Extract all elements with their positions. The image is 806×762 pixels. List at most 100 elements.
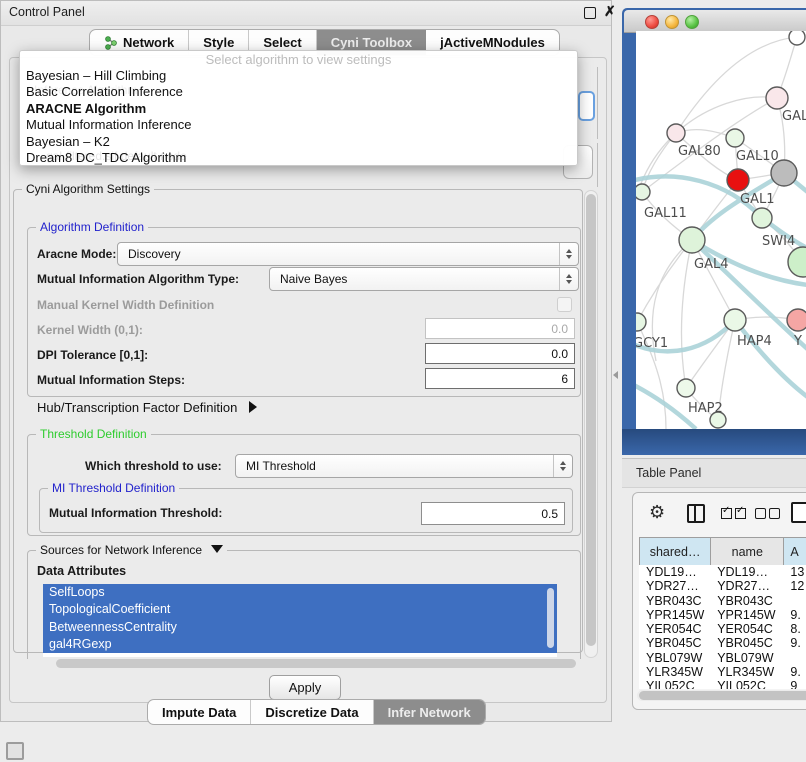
control-panel-window: Control Panel ✗ Network Style Select Cyn…	[0, 0, 612, 722]
network-node-labels: GAL GAL80 GAL10 GAL1 GAL11 SWI4 GAL4 GCY…	[636, 109, 806, 416]
node-gal10[interactable]	[726, 129, 744, 147]
dropdown-item-bayesian-hill-climbing[interactable]: Bayesian – Hill Climbing	[20, 68, 577, 84]
column-header-shared-name[interactable]: shared…	[640, 538, 711, 565]
bottom-tabs: Impute Data Discretize Data Infer Networ…	[147, 699, 486, 725]
table-header-row: shared… name A	[639, 537, 806, 566]
cell-name: YDL19…	[710, 565, 783, 579]
kernel-width-label: Kernel Width (0,1):	[37, 323, 143, 337]
tab-discretize-data[interactable]: Discretize Data	[251, 700, 373, 724]
cell-name: YLR345W	[710, 665, 783, 679]
hub-section-label: Hub/Transcription Factor Definition	[37, 400, 237, 415]
new-table-icon[interactable]	[791, 502, 806, 523]
cell-name: YBR043C	[710, 594, 783, 608]
docked-panel-icon[interactable]	[6, 742, 24, 760]
attributes-list-vscroll-thumb[interactable]	[547, 588, 554, 648]
node-gal1-selected[interactable]	[727, 169, 749, 191]
table-row[interactable]: YLR345W YLR345W 9.	[639, 665, 806, 679]
dpi-tolerance-field[interactable]: 0.0	[425, 343, 575, 364]
settings-vscroll-thumb[interactable]	[586, 194, 596, 646]
column-layout-icon[interactable]	[687, 504, 705, 523]
mi-type-label: Mutual Information Algorithm Type:	[37, 272, 239, 286]
mi-steps-field[interactable]: 6	[425, 368, 575, 389]
mi-type-stepper-icon	[559, 268, 578, 290]
settings-vertical-scrollbar[interactable]	[584, 190, 598, 658]
dropdown-placeholder: Select algorithm to view settings	[20, 51, 577, 68]
table-hscroll-thumb[interactable]	[639, 691, 806, 700]
tab-infer-network-label: Infer Network	[388, 705, 471, 720]
node-y[interactable]	[787, 309, 806, 331]
table-row[interactable]: YBL079W YBL079W	[639, 651, 806, 665]
label-gal1: GAL1	[740, 192, 774, 207]
apply-button[interactable]: Apply	[269, 675, 341, 700]
list-item-betweennesscentrality[interactable]: BetweennessCentrality	[43, 619, 557, 636]
tab-infer-network[interactable]: Infer Network	[374, 700, 485, 724]
dropdown-item-mutual-information[interactable]: Mutual Information Inference	[20, 117, 577, 133]
network-window-titlebar[interactable]	[624, 10, 806, 33]
kernel-width-field[interactable]: 0.0	[425, 318, 575, 339]
column-header-cut[interactable]: A	[784, 538, 806, 565]
table-toolbar: ⚙ ✓ ✓	[633, 493, 806, 535]
label-gal10: GAL10	[736, 149, 779, 164]
deselect-all-checkboxes-icon[interactable]	[755, 508, 781, 519]
node-hap2[interactable]	[677, 379, 695, 397]
tab-cyni-toolbox-label: Cyni Toolbox	[331, 35, 412, 50]
network-canvas[interactable]: GAL GAL80 GAL10 GAL1 GAL11 SWI4 GAL4 GCY…	[636, 31, 806, 429]
table-row[interactable]: YDL19… YDL19… 13	[639, 565, 806, 579]
float-panel-icon[interactable]	[584, 7, 596, 19]
tab-impute-data[interactable]: Impute Data	[148, 700, 251, 724]
node-gal4[interactable]	[679, 227, 705, 253]
data-attributes-list: SelfLoops TopologicalCoefficient Between…	[43, 584, 557, 657]
cell-value	[783, 594, 806, 608]
table-panel-title: Table Panel	[636, 466, 701, 480]
table-row[interactable]: YER054C YER054C 8.	[639, 622, 806, 636]
window-close-button[interactable]	[645, 15, 659, 29]
cell-value: 9	[783, 679, 806, 689]
list-item-topologicalcoefficient[interactable]: TopologicalCoefficient	[43, 601, 557, 618]
table-row[interactable]: YIL052C YIL052C 9	[639, 679, 806, 689]
manual-kernel-checkbox[interactable]	[557, 297, 572, 312]
column-header-name[interactable]: name	[711, 538, 784, 565]
settings-horizontal-scrollbar-thumb[interactable]	[56, 659, 576, 668]
algorithm-dropdown-popup: Select algorithm to view settings Infere…	[19, 50, 578, 166]
list-item-selfloops[interactable]: SelfLoops	[43, 584, 557, 601]
node-gcy1[interactable]	[636, 313, 646, 331]
node-gal[interactable]	[766, 87, 788, 109]
table-row[interactable]: YBR045C YBR045C 9.	[639, 636, 806, 650]
node-swi4[interactable]	[752, 208, 772, 228]
dropdown-item-aracne[interactable]: ARACNE Algorithm	[20, 101, 577, 117]
table-settings-gear-icon[interactable]: ⚙	[649, 502, 665, 523]
select-all-checkboxes-icon[interactable]: ✓ ✓	[721, 508, 747, 519]
label-hap2: HAP2	[688, 401, 723, 416]
cell-name: YBR045C	[710, 636, 783, 650]
close-panel-icon[interactable]: ✗	[604, 3, 616, 20]
mi-type-combo[interactable]: Naive Bayes	[269, 267, 579, 291]
mi-steps-label: Mutual Information Steps:	[37, 373, 185, 387]
table-row[interactable]: YDR27… YDR27… 12	[639, 579, 806, 593]
sources-group-title-wrap[interactable]: Sources for Network Inference	[36, 543, 227, 557]
window-minimize-button[interactable]	[665, 15, 679, 29]
window-zoom-button[interactable]	[685, 15, 699, 29]
cell-name: YPR145W	[710, 608, 783, 622]
column-header-cut-label: A	[790, 545, 798, 559]
node-gal11[interactable]	[636, 184, 650, 200]
cyni-settings-group-title: Cyni Algorithm Settings	[22, 182, 154, 196]
mi-threshold-field[interactable]: 0.5	[421, 502, 565, 525]
cell-shared-name: YLR345W	[639, 665, 710, 679]
panel-splitter-handle[interactable]	[613, 371, 618, 379]
tab-style-label: Style	[203, 35, 234, 50]
list-item-gal4rgexp[interactable]: gal4RGexp	[43, 636, 557, 653]
node-hap4[interactable]	[724, 309, 746, 331]
node-unlabeled-right[interactable]	[788, 247, 806, 277]
hidden-combo-focused-stepper[interactable]	[578, 91, 595, 121]
table-horizontal-scrollbar[interactable]	[637, 690, 806, 701]
aracne-mode-value: Discovery	[118, 247, 559, 261]
dropdown-item-bayesian-k2[interactable]: Bayesian – K2	[20, 134, 577, 150]
node-gal80[interactable]	[667, 124, 685, 142]
sources-group-title: Sources for Network Inference	[40, 543, 202, 557]
table-row[interactable]: YPR145W YPR145W 9.	[639, 608, 806, 622]
which-threshold-combo[interactable]: MI Threshold	[235, 454, 573, 478]
hub-section-toggle[interactable]: Hub/Transcription Factor Definition	[37, 400, 257, 415]
aracne-mode-combo[interactable]: Discovery	[117, 242, 579, 266]
node-unlabeled-top[interactable]	[789, 31, 805, 45]
table-row[interactable]: YBR043C YBR043C	[639, 594, 806, 608]
